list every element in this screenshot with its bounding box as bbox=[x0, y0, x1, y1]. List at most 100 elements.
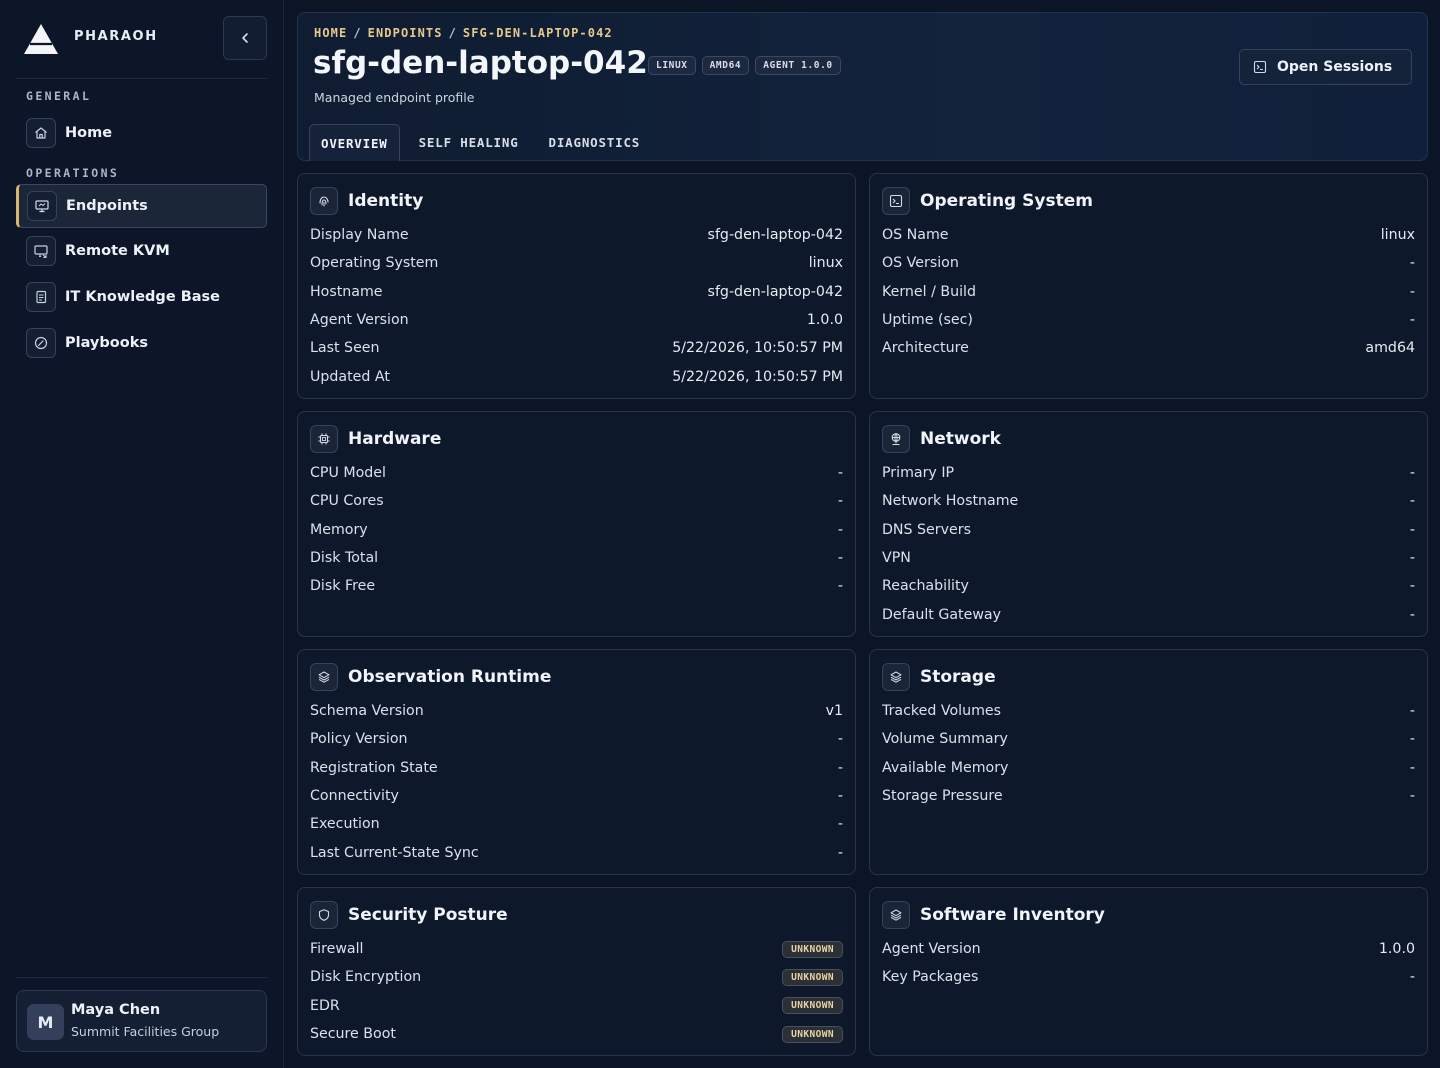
detail-row: Disk Free - bbox=[310, 572, 843, 600]
detail-row: Volume Summary - bbox=[882, 725, 1415, 753]
badge-group: LINUX AMD64 AGENT 1.0.0 bbox=[648, 56, 841, 75]
detail-row: Agent Version 1.0.0 bbox=[882, 935, 1415, 963]
detail-row: Updated At 5/22/2026, 10:50:57 PM bbox=[310, 362, 843, 390]
detail-row: Last Current-State Sync - bbox=[310, 838, 843, 866]
breadcrumb-current: SFG-DEN-LAPTOP-042 bbox=[462, 26, 613, 40]
detail-row: Uptime (sec) - bbox=[882, 306, 1415, 334]
software-inventory-card: Software Inventory Agent Version 1.0.0 Key… bbox=[869, 887, 1428, 1056]
card-title: Hardware bbox=[348, 429, 442, 449]
detail-row: Disk Total - bbox=[310, 544, 843, 572]
detail-value: sfg-den-laptop-042 bbox=[707, 227, 843, 244]
detail-label: Architecture bbox=[882, 340, 969, 357]
detail-value: - bbox=[837, 731, 843, 748]
home-icon bbox=[26, 118, 56, 148]
detail-value: - bbox=[1409, 578, 1415, 595]
detail-value: - bbox=[1409, 550, 1415, 567]
sidebar-item-remote-kvm[interactable]: Remote KVM bbox=[16, 229, 267, 273]
page-subtitle: Managed endpoint profile bbox=[314, 90, 475, 105]
detail-label: Uptime (sec) bbox=[882, 312, 973, 329]
operating-system-card: Operating System OS Name linux OS Version -… bbox=[869, 173, 1428, 399]
detail-label: Secure Boot bbox=[310, 1026, 396, 1043]
layers-icon bbox=[310, 663, 338, 691]
detail-value: - bbox=[1409, 283, 1415, 300]
detail-row: Display Name sfg-den-laptop-042 bbox=[310, 221, 843, 249]
detail-value: sfg-den-laptop-042 bbox=[707, 283, 843, 300]
detail-label: Reachability bbox=[882, 578, 969, 595]
detail-label: Storage Pressure bbox=[882, 788, 1003, 805]
detail-row: Secure Boot UNKNOWN bbox=[310, 1020, 843, 1048]
page-header: HOME / ENDPOINTS / SFG-DEN-LAPTOP-042 sfg-de… bbox=[297, 12, 1428, 161]
detail-row: Disk Encryption UNKNOWN bbox=[310, 963, 843, 991]
detail-label: DNS Servers bbox=[882, 521, 971, 538]
hardware-card: Hardware CPU Model - CPU Cores - Memory - Disk… bbox=[297, 411, 856, 637]
breadcrumb-endpoints[interactable]: ENDPOINTS bbox=[368, 26, 443, 40]
network-globe-icon bbox=[882, 425, 910, 453]
detail-value: - bbox=[1409, 606, 1415, 623]
detail-label: Execution bbox=[310, 816, 380, 833]
detail-row: DNS Servers - bbox=[882, 516, 1415, 544]
os-badge: LINUX bbox=[648, 56, 696, 75]
terminal-icon bbox=[1253, 60, 1267, 74]
detail-row: Kernel / Build - bbox=[882, 278, 1415, 306]
sidebar-item-playbooks[interactable]: Playbooks bbox=[16, 321, 267, 365]
detail-value: v1 bbox=[825, 703, 843, 720]
detail-value: 5/22/2026, 10:50:57 PM bbox=[672, 368, 843, 385]
sidebar-item-label: Home bbox=[65, 125, 113, 141]
tab-self-healing[interactable]: SELF HEALING bbox=[408, 124, 530, 161]
arch-badge: AMD64 bbox=[701, 56, 750, 75]
collapse-sidebar-button[interactable] bbox=[223, 16, 267, 60]
detail-value: linux bbox=[808, 255, 843, 272]
agent-badge: AGENT 1.0.0 bbox=[755, 56, 841, 75]
detail-label: Firewall bbox=[310, 941, 364, 958]
detail-row: Storage Pressure - bbox=[882, 782, 1415, 810]
user-card[interactable]: M Maya Chen Summit Facilities Group bbox=[16, 990, 267, 1052]
chevron-left-icon bbox=[242, 33, 248, 43]
detail-value: - bbox=[1409, 493, 1415, 510]
detail-value: - bbox=[1409, 759, 1415, 776]
sidebar-item-home[interactable]: Home bbox=[16, 111, 267, 155]
sidebar-item-endpoints[interactable]: Endpoints bbox=[16, 184, 267, 228]
detail-label: Volume Summary bbox=[882, 731, 1008, 748]
detail-label: CPU Model bbox=[310, 465, 386, 482]
observation-runtime-card: Observation Runtime Schema Version v1 Poli… bbox=[297, 649, 856, 875]
tab-overview[interactable]: OVERVIEW bbox=[309, 124, 400, 161]
detail-row: Connectivity - bbox=[310, 782, 843, 810]
detail-row: Key Packages - bbox=[882, 963, 1415, 991]
book-icon bbox=[26, 282, 56, 312]
detail-value: linux bbox=[1380, 227, 1415, 244]
detail-row: Schema Version v1 bbox=[310, 697, 843, 725]
detail-label: Available Memory bbox=[882, 759, 1009, 776]
layers-icon bbox=[882, 663, 910, 691]
brand-name: PHARAOH bbox=[74, 29, 158, 44]
tab-bar: OVERVIEW SELF HEALING DIAGNOSTICS bbox=[309, 124, 659, 161]
detail-value: - bbox=[837, 465, 843, 482]
terminal-icon bbox=[882, 187, 910, 215]
sidebar-item-label: Playbooks bbox=[65, 335, 148, 351]
detail-label: Tracked Volumes bbox=[882, 703, 1002, 720]
detail-row: CPU Model - bbox=[310, 459, 843, 487]
detail-value: - bbox=[1409, 312, 1415, 329]
detail-label: Last Current-State Sync bbox=[310, 844, 479, 861]
detail-label: Disk Free bbox=[310, 578, 376, 595]
breadcrumb-home[interactable]: HOME bbox=[314, 26, 347, 40]
detail-row: OS Version - bbox=[882, 249, 1415, 277]
detail-value: - bbox=[1409, 521, 1415, 538]
section-label-general: GENERAL bbox=[26, 89, 92, 103]
detail-label: Default Gateway bbox=[882, 606, 1002, 623]
detail-row: Last Seen 5/22/2026, 10:50:57 PM bbox=[310, 334, 843, 362]
sidebar-item-knowledge-base[interactable]: IT Knowledge Base bbox=[16, 275, 267, 319]
detail-label: Kernel / Build bbox=[882, 283, 976, 300]
detail-label: Disk Total bbox=[310, 550, 379, 567]
security-posture-card: Security Posture Firewall UNKNOWN Disk Enc… bbox=[297, 887, 856, 1056]
status-badge: UNKNOWN bbox=[782, 997, 843, 1015]
detail-value: 1.0.0 bbox=[806, 312, 843, 329]
detail-row: Operating System linux bbox=[310, 249, 843, 277]
sidebar-item-label: Endpoints bbox=[66, 198, 148, 214]
sidebar-item-label: Remote KVM bbox=[65, 243, 170, 259]
user-org: Summit Facilities Group bbox=[71, 1024, 220, 1039]
detail-value: - bbox=[837, 550, 843, 567]
detail-value: - bbox=[1409, 731, 1415, 748]
tab-diagnostics[interactable]: DIAGNOSTICS bbox=[538, 124, 652, 161]
open-sessions-button[interactable]: Open Sessions bbox=[1239, 49, 1412, 85]
identity-card: Identity Display Name sfg-den-laptop-042 O… bbox=[297, 173, 856, 399]
